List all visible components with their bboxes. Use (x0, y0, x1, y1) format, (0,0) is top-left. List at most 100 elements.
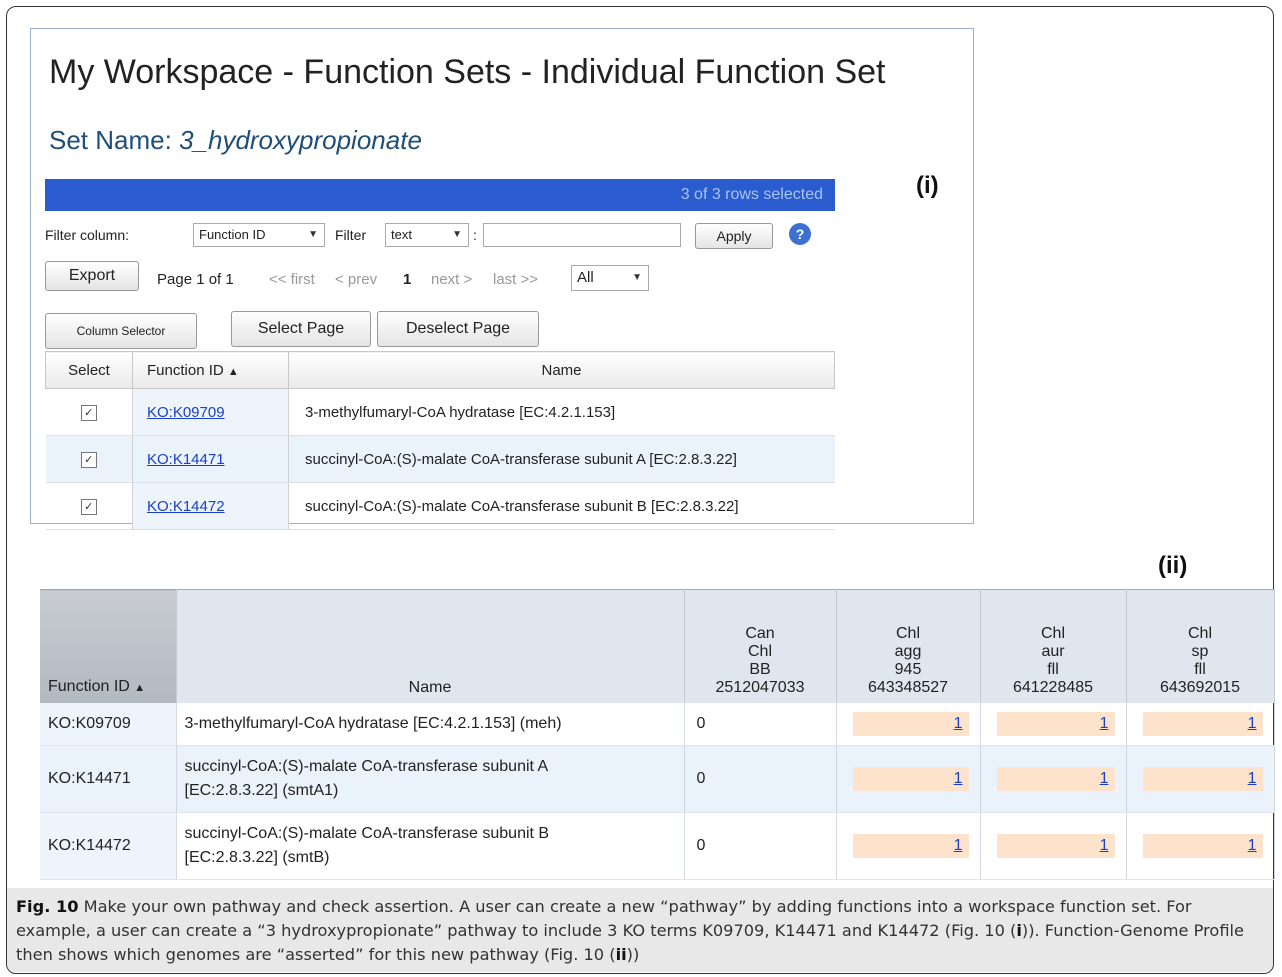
genome-count: 0 (696, 770, 706, 787)
function-name-line: 3-methylfumaryl-CoA hydratase [EC:4.2.1.… (184, 715, 562, 732)
genome-header-line: sp (1191, 643, 1209, 660)
genome-count-cell: 0 (684, 812, 837, 880)
genome-count-link[interactable]: 1 (852, 712, 969, 736)
genome-count-link[interactable]: 1 (1142, 712, 1263, 736)
sort-ascending-icon: ▲ (134, 682, 146, 694)
genome-header-line: 643692015 (1159, 679, 1241, 696)
column-header-name[interactable]: Name (288, 351, 835, 389)
filter-column-label: Filter column: (45, 227, 130, 243)
table-row: ✓ KO:K09709 3-methylfumaryl-CoA hydratas… (45, 388, 835, 436)
genome-count-link[interactable]: 1 (852, 767, 969, 791)
function-id-link[interactable]: KO:K14472 (147, 498, 225, 515)
table-row: ✓ KO:K14471 succinyl-CoA:(S)-malate CoA-… (45, 435, 835, 483)
genome-header-line: Chl (1187, 625, 1212, 642)
genome-count-link[interactable]: 1 (852, 834, 969, 858)
page-info: Page 1 of 1 (157, 271, 234, 288)
filter-type-value: text (391, 227, 412, 242)
chevron-down-icon: ▼ (308, 229, 318, 240)
row-checkbox[interactable]: ✓ (80, 405, 97, 421)
function-set-table: Select Function ID ▲ Name ✓ KO:K09709 3-… (45, 351, 835, 530)
set-name-value: 3_hydroxypropionate (179, 125, 422, 155)
function-id-header-label: Function ID (147, 361, 224, 379)
genome-header-line: Chl (895, 625, 920, 642)
genome-count-link[interactable]: 1 (996, 834, 1115, 858)
caption-ref-ii: ii (615, 945, 627, 964)
function-id-link[interactable]: KO:K09709 (147, 404, 225, 421)
genome-header[interactable]: Can Chl BB 2512047033 (684, 589, 837, 703)
function-id-link[interactable]: KO:K14471 (147, 451, 225, 468)
function-id-header-label: Function ID (48, 678, 130, 695)
function-name-line: [EC:2.8.3.22] (smtB) (184, 849, 330, 866)
sort-ascending-icon: ▲ (227, 365, 239, 378)
rows-per-page-select[interactable]: All ▼ (571, 265, 649, 291)
genome-header-line: fll (1194, 661, 1206, 678)
filter-label: Filter (335, 227, 367, 243)
genome-header-line: aur (1041, 643, 1065, 660)
last-page-link[interactable]: last >> (493, 271, 538, 288)
genome-header-line: 2512047033 (715, 679, 805, 696)
genome-header[interactable]: Chl agg 945 643348527 (836, 589, 981, 703)
filter-column-select[interactable]: Function ID ▼ (193, 223, 325, 247)
column-header-function-id[interactable]: Function ID ▲ (40, 589, 177, 703)
filter-type-select[interactable]: text ▼ (385, 223, 469, 247)
genome-header-line: Chl (1040, 625, 1065, 642)
genome-count-link[interactable]: 1 (1142, 834, 1263, 858)
prev-page-link[interactable]: < prev (335, 271, 377, 288)
genome-header-line: fll (1047, 661, 1059, 678)
set-name-label: Set Name: (49, 125, 172, 155)
genome-count: 0 (696, 715, 706, 732)
figure-caption: Fig. 10 Make your own pathway and check … (16, 895, 1266, 967)
function-name: succinyl-CoA:(S)-malate CoA-transferase … (176, 812, 685, 880)
current-page: 1 (403, 271, 412, 288)
genome-header-line: Can (745, 625, 775, 642)
table-row: KO:K09709 3-methylfumaryl-CoA hydratase … (40, 703, 1275, 746)
panel-label-i: (i) (916, 172, 939, 199)
genome-header-line: 945 (894, 661, 922, 678)
chevron-down-icon: ▼ (452, 229, 462, 240)
table-row: KO:K14471 succinyl-CoA:(S)-malate CoA-tr… (40, 745, 1275, 813)
column-selector-button[interactable]: Column Selector (45, 313, 197, 349)
genome-count-link[interactable]: 1 (996, 767, 1115, 791)
column-header-function-id[interactable]: Function ID ▲ (132, 351, 289, 389)
function-id: KO:K09709 (40, 703, 177, 746)
function-name-line: succinyl-CoA:(S)-malate CoA-transferase … (184, 825, 550, 842)
function-name: succinyl-CoA:(S)-malate CoA-transferase … (288, 435, 835, 483)
caption-text: )) (626, 945, 640, 964)
row-checkbox[interactable]: ✓ (80, 499, 97, 515)
function-name: 3-methylfumaryl-CoA hydratase [EC:4.2.1.… (176, 703, 685, 746)
filter-colon: : (473, 227, 477, 243)
deselect-page-button[interactable]: Deselect Page (377, 311, 539, 347)
function-id: KO:K14472 (40, 812, 177, 880)
genome-count-link[interactable]: 1 (996, 712, 1115, 736)
genome-count-cell: 0 (684, 703, 837, 746)
filter-text-input[interactable] (483, 223, 681, 247)
function-id: KO:K14471 (40, 745, 177, 813)
first-page-link[interactable]: << first (269, 271, 315, 288)
genome-count-cell: 0 (684, 745, 837, 813)
function-name: 3-methylfumaryl-CoA hydratase [EC:4.2.1.… (288, 388, 835, 436)
rows-selected-bar: 3 of 3 rows selected (45, 179, 835, 211)
genome-count-link[interactable]: 1 (1142, 767, 1263, 791)
profile-header-row: Function ID ▲ Name Can Chl BB 2512047033… (40, 589, 1275, 703)
workspace-panel: My Workspace - Function Sets - Individua… (30, 28, 974, 530)
genome-header-line: 643348527 (867, 679, 949, 696)
function-name: succinyl-CoA:(S)-malate CoA-transferase … (176, 745, 685, 813)
genome-header-line: Chl (747, 643, 772, 660)
row-checkbox[interactable]: ✓ (80, 452, 97, 468)
help-icon[interactable]: ? (789, 223, 811, 245)
next-page-link[interactable]: next > (431, 271, 472, 288)
genome-header-line: agg (894, 643, 922, 660)
chevron-down-icon: ▼ (632, 272, 642, 283)
export-button[interactable]: Export (45, 261, 139, 291)
rows-per-page-value: All (577, 269, 594, 286)
function-name: succinyl-CoA:(S)-malate CoA-transferase … (288, 482, 835, 530)
column-header-select[interactable]: Select (45, 351, 133, 389)
apply-button[interactable]: Apply (695, 223, 773, 249)
genome-header[interactable]: Chl sp fll 643692015 (1126, 589, 1275, 703)
genome-header-line: 641228485 (1012, 679, 1094, 696)
column-header-name[interactable]: Name (176, 589, 685, 703)
set-name-heading: Set Name: 3_hydroxypropionate (49, 125, 422, 156)
genome-header[interactable]: Chl aur fll 641228485 (980, 589, 1127, 703)
table-header-row: Select Function ID ▲ Name (45, 351, 835, 389)
select-page-button[interactable]: Select Page (231, 311, 371, 347)
